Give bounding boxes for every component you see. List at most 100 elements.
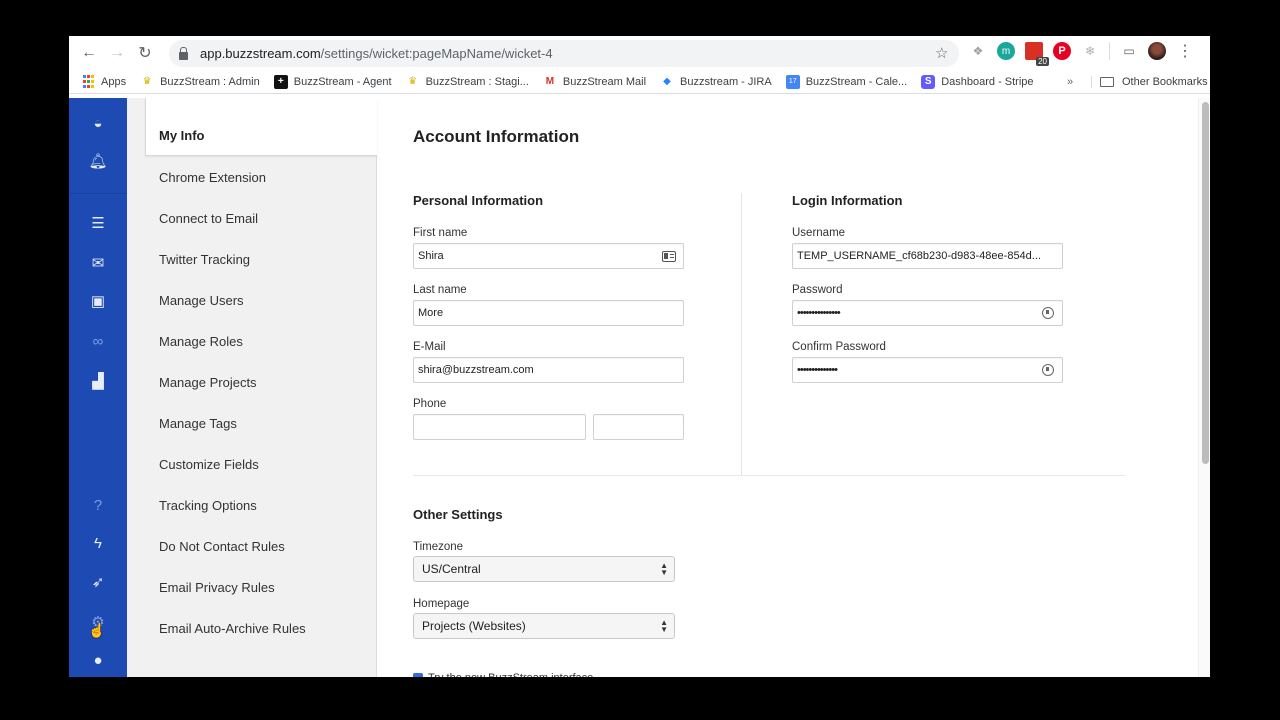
subnav-item-manage-users[interactable]: Manage Users [159, 293, 244, 308]
bookmark-buzzstream-agent[interactable]: + BuzzStream - Agent [273, 74, 392, 89]
browser-menu-icon[interactable]: ⋮ [1176, 42, 1194, 60]
password-field[interactable]: ••••••••••••••• [792, 300, 1063, 326]
profile-avatar[interactable] [1148, 42, 1166, 60]
other-bookmarks[interactable]: Other Bookmarks [1091, 75, 1208, 88]
bookmark-label: BuzzStream Mail [562, 75, 647, 88]
bookmark-label: Buzzstream - JIRA [680, 75, 772, 88]
extension-m-icon[interactable]: m [997, 42, 1015, 60]
subnav-item-customize-fields[interactable]: Customize Fields [159, 457, 259, 472]
subnav-item-manage-roles[interactable]: Manage Roles [159, 334, 243, 349]
extensions-area: ❖ m 20 P ❄ ▭ ⋮ [969, 42, 1194, 66]
notifications-icon[interactable]: 🔔︎ [87, 150, 109, 172]
toolbar-divider [1109, 42, 1110, 60]
page-scrollbar[interactable] [1198, 98, 1210, 677]
email-field[interactable]: shira@buzzstream.com [413, 357, 684, 383]
phone-field[interactable] [413, 414, 586, 440]
homepage-value: Projects (Websites) [422, 619, 526, 633]
bee-icon: ♛ [408, 76, 418, 87]
bookmark-label: BuzzStream : Stagi... [425, 75, 529, 88]
calendar-extension-icon[interactable]: 20 [1025, 42, 1049, 66]
bookmark-apps[interactable]: Apps [81, 75, 126, 89]
plus-icon: + [273, 74, 288, 89]
bookmark-label: Apps [101, 75, 127, 88]
rocket-icon[interactable]: ➶ [87, 571, 109, 593]
subnav-item-email-privacy-rules[interactable]: Email Privacy Rules [159, 580, 275, 595]
first-name-label: First name [413, 227, 468, 239]
buzzstream-app: ◒ 🔔︎ ☰ ✉ ▣ ∞ ▟ ? ϟ ➶ ⚙ ● ☝ My Info Chrom… [69, 98, 1210, 677]
personal-info-heading: Personal Information [413, 193, 544, 208]
username-field[interactable]: TEMP_USERNAME_cf68b230-d983-48ee-854d... [792, 243, 1063, 269]
bookmark-stripe-dashboard[interactable]: S Dashboard - Stripe [921, 74, 1034, 89]
new-interface-label: Try the new BuzzStream interface [428, 672, 593, 677]
last-name-value: More [418, 307, 444, 319]
outreach-icon[interactable]: ✉ [87, 252, 109, 274]
section-divider [413, 475, 1125, 476]
bookmark-label: Dashboard - Stripe [941, 75, 1034, 88]
profile-icon[interactable]: ● [87, 649, 109, 671]
pinterest-icon[interactable]: P [1053, 42, 1071, 60]
confirm-password-field[interactable]: •••••••••••••• [792, 357, 1063, 383]
homepage-label: Homepage [413, 598, 470, 610]
username-value: TEMP_USERNAME_cf68b230-d983-48ee-854d... [797, 250, 1041, 262]
phone-extension-field[interactable] [593, 414, 684, 440]
subnav-item-manage-projects[interactable]: Manage Projects [159, 375, 257, 390]
url-path: /settings/wicket:pageMapName/wicket-4 [320, 46, 553, 61]
dropbox-icon[interactable]: ❖ [969, 42, 987, 60]
new-interface-option[interactable]: Try the new BuzzStream interface [413, 672, 593, 677]
list-icon[interactable]: ☰ [87, 212, 109, 234]
email-label: E-Mail [413, 341, 446, 353]
lock-icon [179, 46, 188, 60]
password-label: Password [792, 284, 843, 296]
subnav-item-chrome-extension[interactable]: Chrome Extension [159, 170, 266, 185]
links-icon[interactable]: ∞ [87, 330, 109, 352]
password-manager-icon[interactable] [1042, 364, 1054, 376]
bookmark-buzzstream-staging[interactable]: ♛ BuzzStream : Stagi... [406, 75, 529, 89]
bookmark-buzzstream-admin[interactable]: ♛ BuzzStream : Admin [140, 75, 260, 89]
subnav-item-my-info[interactable]: My Info [159, 128, 205, 143]
last-name-label: Last name [413, 284, 467, 296]
contact-card-icon[interactable] [662, 251, 676, 262]
gmail-icon: M [545, 76, 555, 87]
bookmark-buzzstream-mail[interactable]: M BuzzStream Mail [543, 75, 646, 89]
scrollbar-thumb[interactable] [1202, 102, 1209, 464]
bee-icon: ♛ [142, 76, 152, 87]
arrow-left-icon: ← [81, 44, 97, 61]
subnav-item-tracking-options[interactable]: Tracking Options [159, 498, 257, 513]
address-bar[interactable]: app.buzzstream.com/settings/wicket:pageM… [169, 40, 959, 67]
timezone-value: US/Central [422, 562, 481, 576]
bookmark-label: BuzzStream : Admin [160, 75, 260, 88]
subnav-item-twitter-tracking[interactable]: Twitter Tracking [159, 252, 250, 267]
bookmark-buzzstream-calendar[interactable]: 17 BuzzStream - Cale... [785, 74, 907, 89]
cast-icon[interactable]: ▭ [1120, 42, 1138, 60]
bookmark-star-icon[interactable]: ☆ [935, 44, 948, 62]
bookmarks-bar: Apps ♛ BuzzStream : Admin + BuzzStream -… [69, 70, 1210, 94]
bookmark-buzzstream-jira[interactable]: ◆ Buzzstream - JIRA [660, 75, 772, 89]
homepage-select[interactable]: Projects (Websites) ▲ ▼ [413, 613, 675, 639]
subnav-item-connect-to-email[interactable]: Connect to Email [159, 211, 258, 226]
other-settings-heading: Other Settings [413, 507, 503, 522]
login-info-heading: Login Information [792, 193, 903, 208]
help-icon[interactable]: ? [87, 494, 109, 516]
arrow-right-icon: → [109, 44, 125, 61]
timezone-select[interactable]: US/Central ▲ ▼ [413, 556, 675, 582]
password-manager-icon[interactable] [1042, 307, 1054, 319]
subnav-item-email-auto-archive-rules[interactable]: Email Auto-Archive Rules [159, 621, 306, 636]
new-interface-checkbox[interactable] [413, 673, 423, 677]
bookmarks-overflow-button[interactable]: » [1067, 76, 1073, 88]
contacts-icon[interactable]: ▣ [87, 290, 109, 312]
lightning-icon[interactable]: ϟ [87, 532, 109, 554]
subnav-item-manage-tags[interactable]: Manage Tags [159, 416, 237, 431]
account-information-panel: Account Information Personal Information… [378, 98, 1198, 677]
back-button[interactable]: ← [75, 39, 103, 67]
snowflake-icon[interactable]: ❄ [1081, 42, 1099, 60]
first-name-value: Shira [418, 250, 444, 262]
subnav-item-do-not-contact-rules[interactable]: Do Not Contact Rules [159, 539, 285, 554]
reports-icon[interactable]: ▟ [87, 370, 109, 392]
last-name-field[interactable]: More [413, 300, 684, 326]
logo-icon[interactable]: ◒ [87, 112, 109, 134]
first-name-field[interactable]: Shira [413, 243, 684, 269]
page-title: Account Information [413, 127, 580, 146]
reload-icon: ↻ [138, 45, 152, 62]
forward-button[interactable]: → [103, 39, 131, 67]
reload-button[interactable]: ↻ [131, 39, 159, 67]
